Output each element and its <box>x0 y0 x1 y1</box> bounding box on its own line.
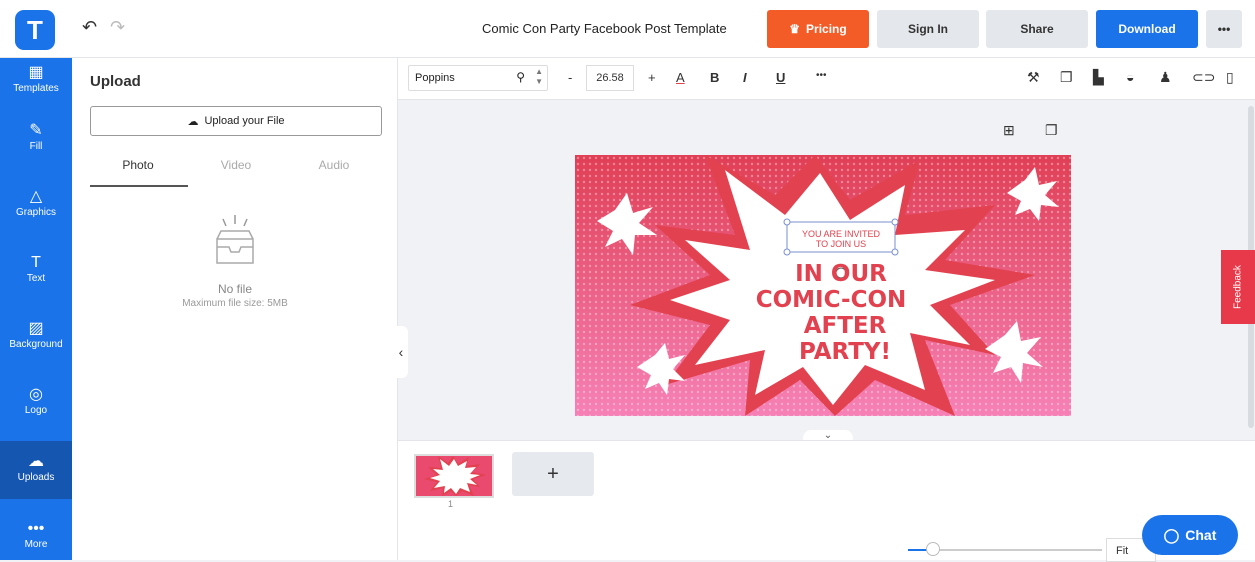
background-icon: ▨ <box>28 320 44 337</box>
empty-box-icon <box>216 215 254 264</box>
templates-icon: ▦ <box>28 64 44 81</box>
more-icon: ••• <box>27 520 45 537</box>
sign-in-button[interactable]: Sign In <box>877 10 979 48</box>
collapse-panel-button[interactable]: ‹ <box>394 326 408 378</box>
page-number: 1 <box>448 499 454 509</box>
chat-bubble-icon: ◯ <box>1163 526 1180 543</box>
zoom-slider-handle[interactable] <box>926 542 940 556</box>
stepper-icon: ▲ ▼ <box>535 67 543 86</box>
thumbnail-artwork <box>424 456 486 496</box>
copy-page-icon[interactable]: ❐ <box>1045 122 1058 139</box>
upload-panel: Upload ☁ Upload your File Photo Video Aud… <box>72 58 398 560</box>
undo-icon[interactable]: ↶ <box>82 17 97 38</box>
sidebar-item-templates[interactable]: ▦ Templates <box>0 64 72 104</box>
search-icon: ⚲ <box>516 70 525 84</box>
format-painter-icon[interactable]: ⚒ <box>1027 69 1040 86</box>
invite-line-2[interactable]: TO JOIN US <box>816 239 866 249</box>
tab-video[interactable]: Video <box>188 158 284 172</box>
shapes-icon: △ <box>29 188 43 205</box>
document-title[interactable]: Comic Con Party Facebook Post Template <box>482 21 727 36</box>
media-tabs: Photo Video Audio <box>90 158 382 188</box>
headline-line-1[interactable]: IN OUR <box>795 261 887 287</box>
opacity-icon[interactable]: ◒ <box>1126 69 1134 85</box>
sidebar-item-fill[interactable]: ✎ Fill <box>0 122 72 162</box>
arrange-icon[interactable]: ▙ <box>1093 69 1104 86</box>
decrease-size-button[interactable]: - <box>568 70 572 85</box>
more-options-button[interactable]: ••• <box>1206 10 1242 48</box>
sidebar-item-more[interactable]: ••• More <box>0 520 72 556</box>
add-page-button[interactable]: + <box>512 452 594 496</box>
page-thumbnail[interactable] <box>414 454 494 498</box>
headline-line-2[interactable]: COMIC-CON <box>756 287 907 313</box>
tab-audio[interactable]: Audio <box>286 158 382 172</box>
brush-icon: ✎ <box>29 122 43 139</box>
sidebar: ▦ Templates ✎ Fill △ Graphics T Text ▨ Backgr… <box>0 58 72 560</box>
headline-line-4[interactable]: PARTY! <box>799 339 891 365</box>
upload-cloud-icon: ☁ <box>28 453 44 470</box>
sidebar-item-uploads[interactable]: ☁ Uploads <box>0 441 72 499</box>
text-toolbar: Poppins ⚲ ▲ ▼ - 26.58 + A B I U ••• ⚒ ❐ ▙… <box>398 58 1255 100</box>
tab-photo[interactable]: Photo <box>90 158 186 172</box>
delete-icon[interactable]: ▯ <box>1226 69 1234 86</box>
design-canvas[interactable]: YOU ARE INVITED TO JOIN US IN OUR COMIC-… <box>575 155 1071 416</box>
top-bar: T ↶ ↷ Comic Con Party Facebook Post Temp… <box>0 0 1255 58</box>
sidebar-item-logo[interactable]: ◎ Logo <box>0 386 72 426</box>
cloud-upload-icon: ☁ <box>187 115 199 128</box>
panel-title: Upload <box>90 73 141 90</box>
link-icon[interactable]: ⊂⊃ <box>1192 69 1215 86</box>
pricing-button[interactable]: ♛ Pricing <box>767 10 869 48</box>
design-artwork: YOU ARE INVITED TO JOIN US IN OUR COMIC-… <box>575 155 1071 416</box>
underline-button[interactable]: U <box>776 70 785 85</box>
headline-line-3[interactable]: AFTER <box>804 313 887 339</box>
font-size-input[interactable]: 26.58 <box>586 65 634 91</box>
sidebar-item-text[interactable]: T Text <box>0 254 72 294</box>
text-color-icon[interactable]: A <box>676 70 685 85</box>
app-logo[interactable]: T <box>15 10 55 50</box>
crown-icon: ♛ <box>789 22 801 36</box>
tab-underline <box>90 185 188 187</box>
download-button[interactable]: Download <box>1096 10 1198 48</box>
empty-subtitle: Maximum file size: 5MB <box>182 298 288 309</box>
font-family-select[interactable]: Poppins ⚲ ▲ ▼ <box>408 65 548 91</box>
invite-line-1[interactable]: YOU ARE INVITED <box>802 229 881 239</box>
more-text-options[interactable]: ••• <box>816 70 827 81</box>
empty-state: No file Maximum file size: 5MB <box>72 213 398 309</box>
italic-button[interactable]: I <box>743 70 747 85</box>
feedback-tab[interactable]: Feedback <box>1221 250 1255 324</box>
empty-title: No file <box>217 282 252 296</box>
add-page-icon[interactable]: ⊞ <box>1003 122 1015 139</box>
sidebar-item-graphics[interactable]: △ Graphics <box>0 188 72 228</box>
duplicate-icon[interactable]: ❐ <box>1060 69 1073 86</box>
logo-icon: ◎ <box>29 386 43 403</box>
chat-button[interactable]: ◯ Chat <box>1142 515 1238 555</box>
sidebar-item-background[interactable]: ▨ Background <box>0 320 72 360</box>
align-icon[interactable]: ♟ <box>1159 69 1172 86</box>
share-button[interactable]: Share <box>986 10 1088 48</box>
text-icon: T <box>31 254 41 271</box>
upload-file-button[interactable]: ☁ Upload your File <box>90 106 382 136</box>
increase-size-button[interactable]: + <box>648 70 656 85</box>
redo-icon[interactable]: ↷ <box>110 17 125 38</box>
bold-button[interactable]: B <box>710 70 719 85</box>
chevron-left-icon: ‹ <box>398 344 404 360</box>
